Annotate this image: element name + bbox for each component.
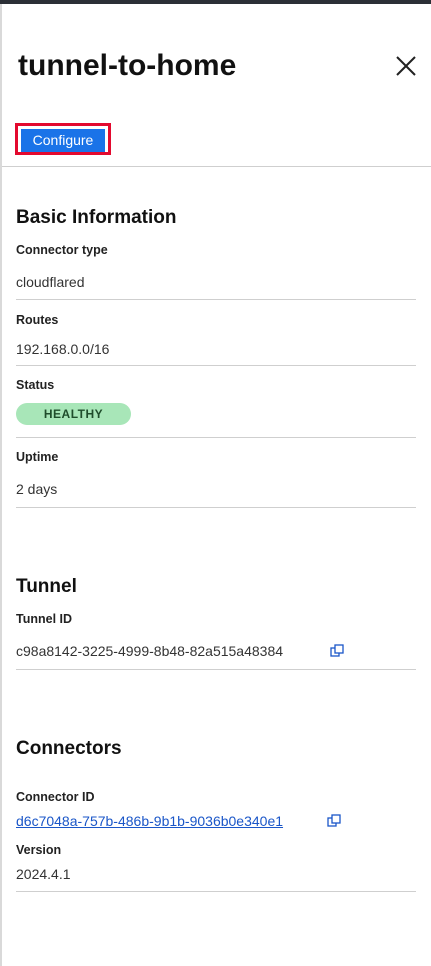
divider <box>16 891 416 892</box>
uptime-value: 2 days <box>16 481 58 497</box>
divider <box>16 299 416 300</box>
tunnel-heading: Tunnel <box>16 576 77 597</box>
header-divider <box>2 166 431 167</box>
page-title: tunnel-to-home <box>18 49 237 82</box>
version-label: Version <box>16 843 62 857</box>
divider <box>16 669 416 670</box>
tunnel-id-value: c98a8142-3225-4999-8b48-82a515a48384 <box>16 643 284 659</box>
close-icon[interactable] <box>394 54 418 78</box>
connector-id-label: Connector ID <box>16 790 95 804</box>
connector-type-label: Connector type <box>16 243 108 257</box>
status-label: Status <box>16 378 55 392</box>
divider <box>16 507 416 508</box>
configure-button[interactable]: Configure <box>21 129 105 152</box>
connector-type-value: cloudflared <box>16 274 85 290</box>
connectors-heading: Connectors <box>16 738 122 759</box>
configure-button-highlight: Configure <box>15 123 111 155</box>
routes-value: 192.168.0.0/16 <box>16 341 110 357</box>
copy-icon[interactable] <box>327 814 341 828</box>
tunnel-id-label: Tunnel ID <box>16 612 73 626</box>
divider <box>16 365 416 366</box>
copy-icon[interactable] <box>330 644 344 658</box>
routes-label: Routes <box>16 313 59 327</box>
connector-id-link[interactable]: d6c7048a-757b-486b-9b1b-9036b0e340e1 <box>16 813 283 829</box>
divider <box>16 437 416 438</box>
status-badge: HEALTHY <box>16 403 131 425</box>
uptime-label: Uptime <box>16 450 59 464</box>
basic-information-heading: Basic Information <box>16 207 177 228</box>
version-value: 2024.4.1 <box>16 866 71 882</box>
